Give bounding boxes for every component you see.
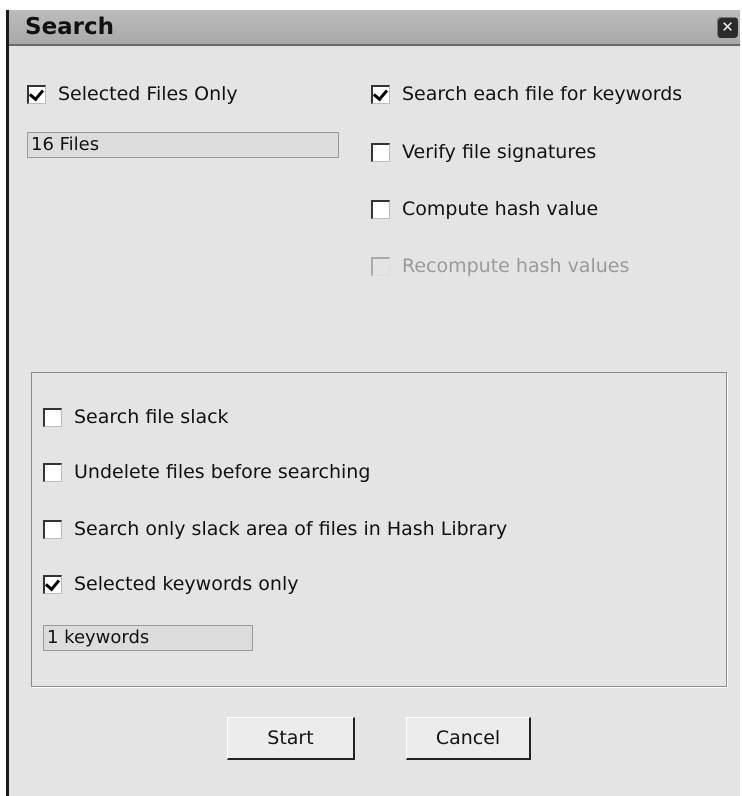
verify-signatures-label: Verify file signatures <box>402 141 597 163</box>
checkmark-icon[interactable] <box>43 574 62 594</box>
search-keywords-checkbox[interactable]: Search each file for keywords <box>371 83 682 105</box>
start-button[interactable]: Start <box>227 717 355 760</box>
undelete-files-label: Undelete files before searching <box>74 461 371 483</box>
selected-files-only-label: Selected Files Only <box>58 83 238 105</box>
title-bar[interactable]: Search ✕ <box>9 10 740 46</box>
search-keywords-label: Search each file for keywords <box>402 83 683 105</box>
checkmark-icon[interactable] <box>371 84 390 104</box>
close-button[interactable]: ✕ <box>717 17 738 38</box>
selected-keywords-checkbox[interactable]: Selected keywords only <box>43 573 299 595</box>
checkbox-box <box>371 256 390 276</box>
checkmark-icon[interactable] <box>27 84 46 104</box>
files-count-field: 16 Files <box>27 132 339 158</box>
search-dialog: Search ✕ Selected Files Only 16 Files Se… <box>6 10 740 796</box>
checkbox-box[interactable] <box>43 462 62 482</box>
dialog-title: Search <box>25 14 115 40</box>
compute-hash-label: Compute hash value <box>402 198 599 220</box>
checkbox-box[interactable] <box>43 519 62 539</box>
search-file-slack-label: Search file slack <box>74 406 229 428</box>
slack-hash-library-label: Search only slack area of files in Hash … <box>74 518 508 540</box>
search-file-slack-checkbox[interactable]: Search file slack <box>43 406 229 428</box>
checkbox-box[interactable] <box>371 199 390 219</box>
checkbox-box[interactable] <box>371 142 390 162</box>
keywords-count-field: 1 keywords <box>43 625 253 651</box>
close-icon: ✕ <box>721 18 734 36</box>
selected-keywords-label: Selected keywords only <box>74 573 299 595</box>
undelete-files-checkbox[interactable]: Undelete files before searching <box>43 461 370 483</box>
cancel-button[interactable]: Cancel <box>406 717 531 760</box>
verify-signatures-checkbox[interactable]: Verify file signatures <box>371 141 596 163</box>
recompute-hash-checkbox: Recompute hash values <box>371 255 629 277</box>
compute-hash-checkbox[interactable]: Compute hash value <box>371 198 598 220</box>
recompute-hash-label: Recompute hash values <box>402 255 630 277</box>
slack-hash-library-checkbox[interactable]: Search only slack area of files in Hash … <box>43 518 507 540</box>
selected-files-only-checkbox[interactable]: Selected Files Only <box>27 83 238 105</box>
checkbox-box[interactable] <box>43 407 62 427</box>
